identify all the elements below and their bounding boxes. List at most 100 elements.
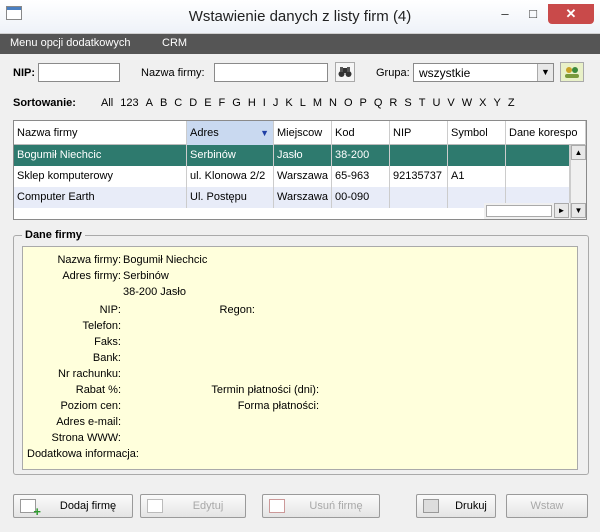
field-label-address: Adres firmy: — [62, 270, 121, 282]
insert-button[interactable]: Wstaw — [506, 494, 588, 518]
sort-letter-x[interactable]: X — [479, 97, 486, 109]
menu-item-additional-options[interactable]: Menu opcji dodatkowych — [10, 37, 130, 49]
print-button[interactable]: Drukuj — [416, 494, 496, 518]
company-name-input[interactable] — [214, 63, 328, 82]
groups-icon[interactable] — [560, 62, 584, 82]
column-header-company-name[interactable]: Nazwa firmy — [14, 121, 187, 145]
scroll-right-icon[interactable]: ► — [554, 203, 569, 218]
field-label-email: Adres e-mail: — [56, 416, 121, 428]
cell-company-name: Computer Earth — [14, 187, 187, 208]
column-header-correspondence[interactable]: Dane korespo — [506, 121, 586, 145]
edit-button[interactable]: Edytuj — [140, 494, 246, 518]
sort-letter-u[interactable]: U — [432, 97, 440, 109]
sort-letter-i[interactable]: I — [263, 97, 266, 109]
sort-letter-g[interactable]: G — [232, 97, 241, 109]
field-label-payment-form: Forma płatności: — [237, 400, 319, 412]
cell-address: Ul. Postępu — [187, 187, 274, 208]
column-header-postcode[interactable]: Kod — [332, 121, 390, 145]
sort-label: Sortowanie: — [13, 97, 76, 109]
cell-symbol: A1 — [448, 166, 506, 187]
sort-letter-c[interactable]: C — [174, 97, 182, 109]
title-bar: Wstawienie danych z listy firm (4) – □ ✕ — [0, 0, 600, 34]
sort-letter-all[interactable]: All — [101, 97, 113, 109]
field-label-payment-term: Termin płatności (dni): — [211, 384, 319, 396]
sort-letter-y[interactable]: Y — [493, 97, 500, 109]
cell-address: ul. Klonowa 2/2 — [187, 166, 274, 187]
column-header-city[interactable]: Miejscow — [274, 121, 332, 145]
cell-correspondence — [506, 145, 570, 166]
table-row[interactable]: Bogumił Niechcic Serbinów Jasło 38-200 — [14, 145, 570, 166]
sort-letter-l[interactable]: L — [300, 97, 306, 109]
column-header-address-label: Adres — [190, 127, 219, 139]
cell-postcode: 65-963 — [332, 166, 390, 187]
maximize-button[interactable]: □ — [520, 4, 546, 24]
horizontal-scrollbar[interactable]: ► — [484, 203, 570, 219]
field-label-www: Strona WWW: — [51, 432, 121, 444]
menu-item-crm[interactable]: CRM — [162, 37, 187, 49]
column-header-symbol[interactable]: Symbol — [448, 121, 506, 145]
field-value-name: Bogumił Niechcic — [123, 254, 208, 266]
field-label-bank: Bank: — [92, 352, 121, 364]
cell-correspondence — [506, 166, 570, 187]
vertical-scrollbar[interactable]: ▲ ▼ — [570, 145, 586, 219]
sort-letter-e[interactable]: E — [204, 97, 211, 109]
add-company-button[interactable]: Dodaj firmę — [13, 494, 133, 519]
minimize-button[interactable]: – — [492, 4, 518, 24]
sort-letter-d[interactable]: D — [189, 97, 197, 109]
sort-letter-v[interactable]: V — [447, 97, 454, 109]
sort-letter-w[interactable]: W — [462, 97, 472, 109]
insert-label: Wstaw — [530, 500, 564, 512]
grid-header: Nazwa firmy Adres ▼ Miejscow Kod NIP Symb… — [14, 121, 586, 145]
sort-desc-icon: ▼ — [260, 128, 269, 138]
cell-city: Warszawa — [274, 166, 332, 187]
sort-letter-j[interactable]: J — [273, 97, 279, 109]
delete-company-icon — [269, 499, 285, 513]
horizontal-scroll-thumb[interactable] — [486, 205, 552, 217]
delete-company-label: Usuń firmę — [309, 500, 363, 512]
company-details-title: Dane firmy — [22, 229, 85, 241]
sort-letter-n[interactable]: N — [329, 97, 337, 109]
cell-nip — [390, 187, 448, 208]
sort-letter-q[interactable]: Q — [374, 97, 383, 109]
cell-postcode: 00-090 — [332, 187, 390, 208]
sort-letter-z[interactable]: Z — [508, 97, 515, 109]
sort-letter-b[interactable]: B — [160, 97, 167, 109]
field-label-fax: Faks: — [94, 336, 121, 348]
field-label-account: Nr rachunku: — [58, 368, 121, 380]
add-company-icon — [20, 499, 41, 519]
sort-letter-m[interactable]: M — [313, 97, 322, 109]
company-grid[interactable]: Nazwa firmy Adres ▼ Miejscow Kod NIP Symb… — [13, 120, 587, 220]
sort-letter-k[interactable]: K — [285, 97, 292, 109]
cell-nip: 92135737 — [390, 166, 448, 187]
binoculars-icon[interactable] — [335, 62, 355, 82]
sort-letter-h[interactable]: H — [248, 97, 256, 109]
printer-icon — [423, 499, 439, 513]
sort-letter-123[interactable]: 123 — [120, 97, 138, 109]
scroll-up-icon[interactable]: ▲ — [571, 145, 586, 160]
scroll-down-icon[interactable]: ▼ — [571, 203, 586, 218]
column-header-address[interactable]: Adres ▼ — [187, 121, 274, 145]
sort-letter-p[interactable]: P — [360, 97, 367, 109]
print-label: Drukuj — [455, 500, 487, 512]
table-row[interactable]: Sklep komputerowy ul. Klonowa 2/2 Warsza… — [14, 166, 570, 187]
field-label-discount: Rabat %: — [75, 384, 121, 396]
menu-bar: Menu opcji dodatkowych CRM — [0, 34, 600, 54]
sort-letter-r[interactable]: R — [389, 97, 397, 109]
cell-company-name: Sklep komputerowy — [14, 166, 187, 187]
nip-label: NIP: — [13, 67, 35, 79]
sort-letter-t[interactable]: T — [419, 97, 426, 109]
field-label-extra-info: Dodatkowa informacja: — [27, 448, 139, 460]
delete-company-button[interactable]: Usuń firmę — [262, 494, 380, 518]
sort-letter-s[interactable]: S — [404, 97, 411, 109]
nip-input[interactable] — [38, 63, 120, 82]
field-label-regon: Regon: — [219, 304, 255, 316]
group-select[interactable]: wszystkie ▼ — [413, 63, 554, 82]
sort-letter-f[interactable]: F — [219, 97, 226, 109]
cell-nip — [390, 145, 448, 166]
close-button[interactable]: ✕ — [548, 4, 594, 24]
sort-letter-bar: All 123 A B C D E F G H I J K L M N O P Q R S T U V W X Y Z — [101, 97, 522, 109]
sort-letter-o[interactable]: O — [344, 97, 353, 109]
sort-letter-a[interactable]: A — [146, 97, 153, 109]
column-header-nip[interactable]: NIP — [390, 121, 448, 145]
chevron-down-icon[interactable]: ▼ — [537, 64, 553, 81]
